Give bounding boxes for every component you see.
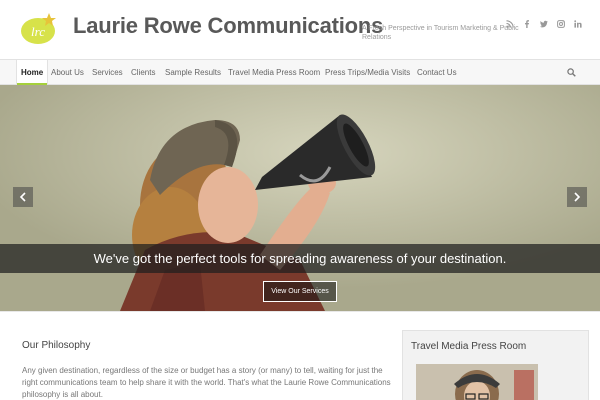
nav-item-press-trips[interactable]: Press Trips/Media Visits bbox=[325, 60, 410, 85]
site-title[interactable]: Laurie Rowe Communications bbox=[73, 13, 383, 39]
view-services-button[interactable]: View Our Services bbox=[263, 281, 337, 302]
main-nav: Home About Us Services Clients Sample Re… bbox=[0, 59, 600, 85]
nav-item-home[interactable]: Home bbox=[16, 60, 49, 85]
rss-icon[interactable] bbox=[506, 15, 514, 28]
slider-prev-button[interactable] bbox=[13, 187, 33, 207]
slider-next-button[interactable] bbox=[567, 187, 587, 207]
logo-text: lrc bbox=[31, 24, 45, 39]
main-column: Our Philosophy Any given destination, re… bbox=[22, 340, 392, 400]
facebook-icon[interactable] bbox=[523, 15, 531, 28]
press-room-image[interactable] bbox=[416, 364, 538, 400]
nav-item-clients[interactable]: Clients bbox=[131, 60, 155, 85]
philosophy-heading: Our Philosophy bbox=[22, 340, 91, 351]
slide-caption-bar: We've got the perfect tools for spreadin… bbox=[0, 244, 600, 273]
chevron-right-icon bbox=[574, 192, 581, 202]
philosophy-body: Any given destination, regardless of the… bbox=[22, 366, 391, 399]
hero-slider: We've got the perfect tools for spreadin… bbox=[0, 85, 600, 311]
sidebar-widget: Travel Media Press Room bbox=[402, 330, 589, 400]
linkedin-icon[interactable] bbox=[574, 15, 582, 28]
twitter-icon[interactable] bbox=[540, 15, 548, 28]
search-icon[interactable] bbox=[567, 68, 576, 77]
hero-image bbox=[0, 85, 600, 311]
site-logo[interactable]: lrc bbox=[20, 12, 58, 45]
content-area: Our Philosophy Any given destination, re… bbox=[0, 311, 600, 400]
chevron-left-icon bbox=[19, 192, 26, 202]
press-room-widget-title[interactable]: Travel Media Press Room bbox=[411, 341, 526, 352]
social-icons bbox=[506, 15, 582, 28]
site-header: lrc Laurie Rowe Communications A Fresh P… bbox=[0, 0, 600, 58]
slide-caption: We've got the perfect tools for spreadin… bbox=[93, 251, 507, 266]
nav-item-travel-media-press-room[interactable]: Travel Media Press Room bbox=[228, 60, 320, 85]
nav-item-sample-results[interactable]: Sample Results bbox=[165, 60, 221, 85]
nav-item-contact-us[interactable]: Contact Us bbox=[417, 60, 457, 85]
nav-item-services[interactable]: Services bbox=[92, 60, 123, 85]
instagram-icon[interactable] bbox=[557, 15, 565, 28]
press-room-photo bbox=[416, 364, 538, 400]
nav-item-about-us[interactable]: About Us bbox=[51, 60, 84, 85]
